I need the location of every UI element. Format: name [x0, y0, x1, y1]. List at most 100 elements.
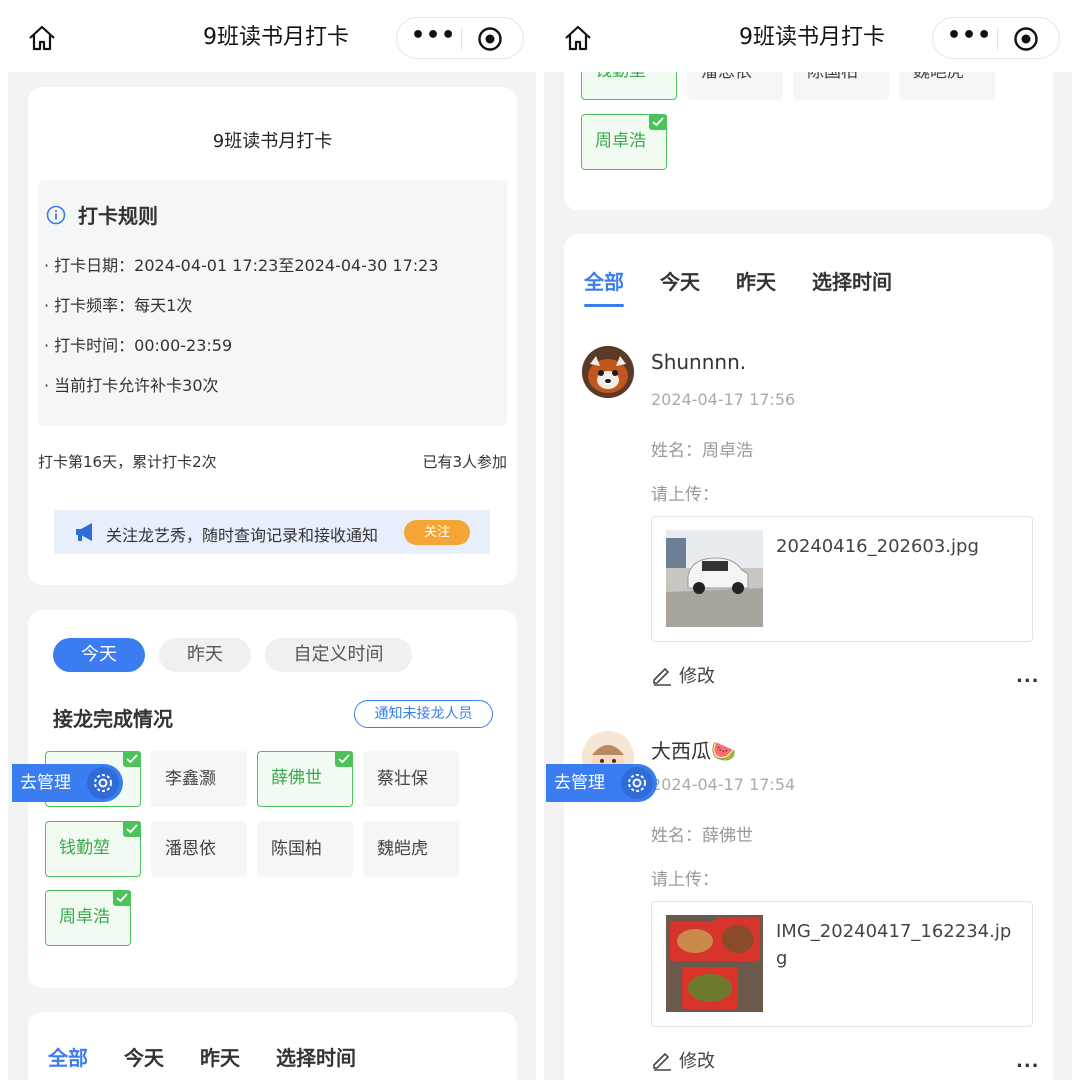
member-name: 陈国柏 [271, 839, 322, 859]
tab-today[interactable]: 今天 [660, 266, 700, 295]
avatar[interactable] [582, 346, 634, 398]
member-chip[interactable]: 潘恩依 [151, 821, 247, 877]
member-chip[interactable]: 潘恩依 [687, 72, 783, 100]
edit-label: 修改 [679, 666, 715, 687]
check-icon [335, 751, 353, 767]
close-target-icon[interactable] [477, 26, 503, 52]
member-name: 魏皑虎 [913, 72, 964, 82]
attachment-filename: 20240416_202603.jpg [776, 536, 979, 557]
rule-time: · 打卡时间：00:00-23:59 [44, 336, 233, 355]
manage-label: 去管理 [20, 773, 71, 793]
tab-all[interactable]: 全部 [48, 1042, 88, 1071]
follow-text: 关注龙艺秀，随时查询记录和接收通知 [106, 526, 379, 545]
filter-custom-time[interactable]: 自定义时间 [265, 638, 412, 672]
check-icon [113, 890, 131, 906]
member-name: 钱勤堃 [59, 838, 110, 858]
more-icon[interactable]: ••• [947, 18, 991, 58]
feed-card: 全部 今天 昨天 选择时间 [28, 1012, 517, 1080]
tab-select-time[interactable]: 选择时间 [812, 266, 892, 295]
edit-button[interactable]: 修改 [651, 662, 715, 688]
member-name: 薛佛世 [271, 768, 322, 788]
post-name-field: 姓名：薛佛世 [651, 826, 753, 846]
member-chip[interactable]: 李鑫灏 [151, 751, 247, 807]
rules-title: 打卡规则 [78, 204, 158, 228]
more-options-icon[interactable]: ... [1016, 666, 1040, 687]
follow-button[interactable]: 关注 [404, 520, 470, 545]
member-chip[interactable]: 陈国柏 [257, 821, 353, 877]
rule-makeup: · 当前打卡允许补卡30次 [44, 376, 219, 395]
capsule-divider [461, 28, 462, 50]
attachment-card[interactable]: 20240416_202603.jpg [651, 516, 1033, 642]
member-chip[interactable]: 周卓浩 [45, 890, 131, 946]
attachment-thumbnail [666, 915, 763, 1012]
member-name: 陈国柏 [807, 72, 858, 82]
attachment-thumbnail [666, 530, 763, 627]
more-icon[interactable]: ••• [411, 18, 455, 58]
member-name: 李鑫灏 [165, 769, 216, 789]
post-username: 大西瓜🍉 [651, 739, 736, 763]
member-name: 周卓浩 [59, 907, 110, 927]
check-icon [123, 821, 141, 837]
attachment-card[interactable]: IMG_20240417_162234.jpg [651, 901, 1033, 1027]
post-upload-label: 请上传： [651, 870, 719, 890]
pencil-icon [653, 1052, 671, 1071]
manage-button[interactable]: 去管理 [546, 764, 657, 802]
edit-button[interactable]: 修改 [651, 1047, 715, 1073]
attachment-filename: IMG_20240417_162234.jpg [776, 921, 1012, 969]
nav-bar: 9班读书月打卡 ••• [544, 0, 1080, 72]
member-chip[interactable]: 陈国柏 [793, 72, 889, 100]
feed-card: 全部 今天 昨天 选择时间 Shunnnn. 2024-04-17 17:56 [564, 234, 1053, 1080]
member-name: 潘恩依 [165, 839, 216, 859]
participant-count: 已有3人参加 [422, 453, 507, 471]
completion-card-partial: 钱勤堃 潘恩依 陈国柏 魏皑虎 周卓浩 [564, 72, 1053, 210]
member-name: 魏皑虎 [377, 839, 428, 859]
post-time: 2024-04-17 17:56 [651, 390, 796, 409]
tab-yesterday[interactable]: 昨天 [736, 266, 776, 295]
gear-icon [621, 767, 653, 799]
right-screen: 9班读书月打卡 ••• 钱勤堃 潘恩依 陈国柏 魏皑虎 周卓浩 [544, 0, 1080, 1080]
edit-label: 修改 [679, 1051, 715, 1072]
megaphone-icon [76, 523, 92, 541]
completion-title: 接龙完成情况 [53, 707, 173, 731]
post-time: 2024-04-17 17:54 [651, 775, 796, 794]
close-target-icon[interactable] [1013, 26, 1039, 52]
rules-box: 打卡规则 · 打卡日期：2024-04-01 17:23至2024-04-30 … [38, 180, 507, 426]
nav-bar: 9班读书月打卡 ••• [8, 0, 544, 72]
checkin-info-card: 9班读书月打卡 打卡规则 · 打卡日期：2024-04-01 17:23至202… [28, 87, 517, 585]
member-name: 潘恩依 [701, 72, 752, 82]
check-icon [649, 114, 667, 130]
member-chip[interactable]: 钱勤堃 [581, 72, 677, 100]
info-icon [46, 205, 66, 224]
member-chip[interactable]: 薛佛世 [257, 751, 353, 807]
mini-program-capsule: ••• [396, 17, 524, 59]
post-upload-label: 请上传： [651, 485, 719, 505]
card-title: 9班读书月打卡 [212, 131, 333, 152]
member-chip[interactable]: 周卓浩 [581, 114, 667, 170]
left-screen: 9班读书月打卡 ••• 9班读书月打卡 打卡规则 · 打卡日期：2024-04-… [8, 0, 544, 1080]
member-chip[interactable]: 蔡壮保 [363, 751, 459, 807]
tab-today[interactable]: 今天 [124, 1042, 164, 1071]
mini-program-capsule: ••• [932, 17, 1060, 59]
pencil-icon [653, 667, 671, 686]
member-chip[interactable]: 钱勤堃 [45, 821, 141, 877]
member-name: 周卓浩 [595, 131, 646, 151]
rules-header: 打卡规则 [46, 200, 158, 229]
capsule-divider [997, 28, 998, 50]
more-options-icon[interactable]: ... [1016, 1051, 1040, 1072]
member-name: 钱勤堃 [595, 72, 646, 81]
scroll-content[interactable]: 9班读书月打卡 打卡规则 · 打卡日期：2024-04-01 17:23至202… [8, 72, 536, 1080]
checkin-stats: 打卡第16天，累计打卡2次 [38, 453, 217, 471]
feed-tabs: 全部 今天 昨天 选择时间 [48, 1042, 392, 1071]
gear-icon [87, 767, 119, 799]
notify-pending-button[interactable]: 通知未接龙人员 [354, 700, 493, 728]
rule-date: · 打卡日期：2024-04-01 17:23至2024-04-30 17:23 [44, 256, 439, 275]
filter-yesterday[interactable]: 昨天 [159, 638, 251, 672]
filter-today[interactable]: 今天 [53, 638, 145, 672]
tab-all[interactable]: 全部 [584, 266, 624, 307]
tab-select-time[interactable]: 选择时间 [276, 1042, 356, 1071]
member-chip[interactable]: 魏皑虎 [363, 821, 459, 877]
tab-yesterday[interactable]: 昨天 [200, 1042, 240, 1071]
member-chip[interactable]: 魏皑虎 [899, 72, 995, 100]
manage-button[interactable]: 去管理 [12, 764, 123, 802]
scroll-content[interactable]: 钱勤堃 潘恩依 陈国柏 魏皑虎 周卓浩 全部 今天 昨天 选择时间 [544, 72, 1072, 1080]
